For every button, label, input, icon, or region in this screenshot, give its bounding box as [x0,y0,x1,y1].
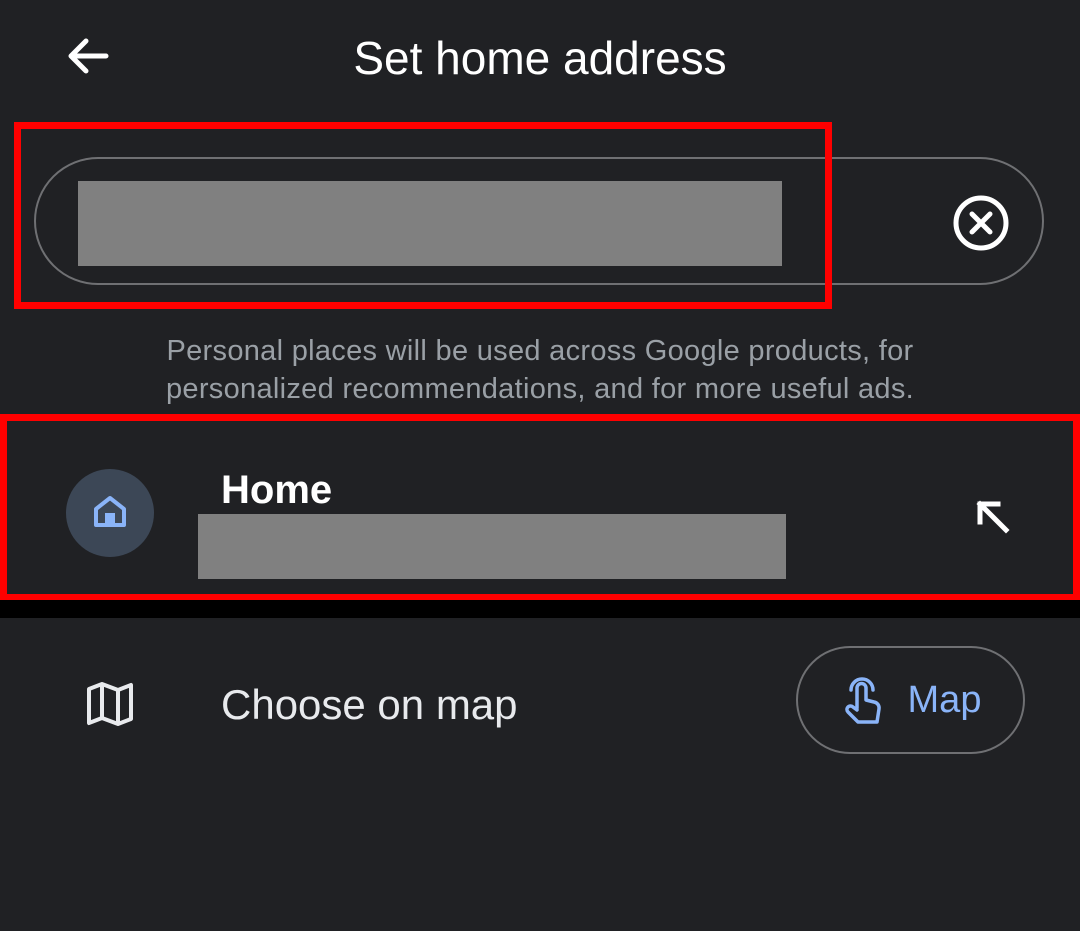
home-address-redacted [198,514,786,579]
fill-address-button[interactable] [966,492,1018,544]
choose-on-map-label: Choose on map [221,681,518,728]
home-icon-circle [66,469,154,557]
personal-places-disclaimer: Personal places will be used across Goog… [60,332,1020,408]
clear-circle-icon [951,193,1011,258]
disclaimer-line-1: Personal places will be used across Goog… [166,335,914,367]
page-title: Set home address [353,32,727,84]
map-button[interactable]: Map [796,646,1025,754]
address-input[interactable] [78,181,782,266]
touch-hand-icon [840,672,886,728]
map-icon [84,678,136,730]
map-button-label: Map [907,679,982,721]
home-icon [90,491,130,536]
clear-button[interactable] [947,191,1015,259]
home-label: Home [221,468,333,512]
arrow-up-left-icon [972,496,1012,541]
section-divider [0,600,1080,618]
disclaimer-line-2: personalized recommendations, and for mo… [165,373,915,405]
